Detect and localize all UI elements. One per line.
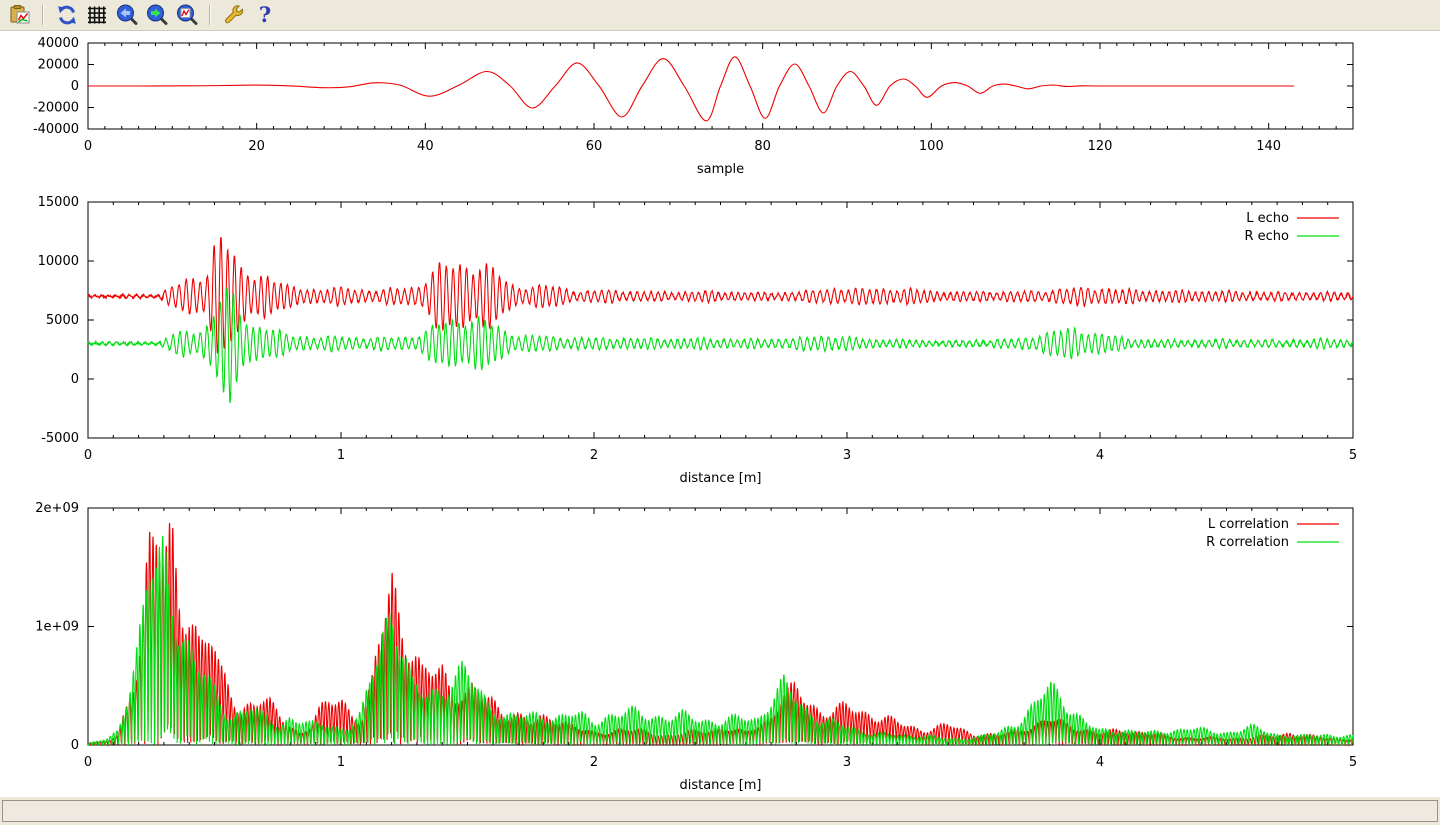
x-tick-label: 60 [586, 139, 603, 154]
x-axis-title: distance [m] [679, 778, 761, 793]
toolbar-separator [209, 5, 211, 25]
y-tick-label: 40000 [38, 36, 79, 51]
plot-canvas[interactable]: 020406080100120140-40000-200000200004000… [0, 0, 1440, 797]
x-tick-label: 0 [84, 139, 92, 154]
x-tick-label: 2 [590, 448, 598, 463]
legend-label: L correlation [1208, 517, 1289, 532]
y-tick-label: 2e+09 [35, 501, 79, 516]
series-r-echo [88, 288, 1353, 403]
x-tick-label: 1 [337, 448, 345, 463]
y-tick-label: 0 [71, 79, 79, 94]
x-tick-label: 140 [1256, 139, 1281, 154]
refresh-icon [55, 3, 79, 27]
x-tick-label: 40 [417, 139, 434, 154]
toggle-grid-button[interactable] [83, 2, 110, 28]
toolbar: ? [0, 0, 1440, 31]
magnifier-left-arrow-icon [115, 3, 139, 27]
y-tick-label: 20000 [38, 58, 79, 73]
x-tick-label: 80 [754, 139, 771, 154]
chart-2: 0 1 2 3 4 5 -5000 0 5000 10000 15000 distance [m] L … [38, 195, 1358, 486]
y-tick-label: 5000 [46, 313, 79, 328]
autoscale-button[interactable] [173, 2, 200, 28]
zoom-next-button[interactable] [143, 2, 170, 28]
zoom-previous-button[interactable] [113, 2, 140, 28]
help-button[interactable]: ? [250, 2, 277, 28]
copy-to-clipboard-button[interactable] [6, 2, 33, 28]
magnifier-plot-icon [175, 3, 199, 27]
chart-1: 0 20 40 60 80 100 120 140 -40000 -20000 0 20000 4000… [33, 36, 1353, 177]
series-l-correlation [88, 523, 1353, 745]
status-bar [0, 797, 1440, 825]
configure-button[interactable] [220, 2, 247, 28]
gnuplot-window: { "window": {"chrome_color": "#ece9da", … [0, 0, 1440, 825]
svg-text:?: ? [258, 3, 270, 27]
magnifier-right-arrow-icon [145, 3, 169, 27]
clipboard-plot-icon [8, 3, 32, 27]
x-tick-label: 2 [590, 755, 598, 770]
x-axis-title: distance [m] [679, 471, 761, 486]
question-mark-icon: ? [252, 3, 276, 27]
x-axis-title: sample [697, 162, 744, 177]
legend-label: R echo [1244, 229, 1289, 244]
series-r-correlation [88, 536, 1353, 745]
y-tick-label: -40000 [33, 122, 79, 137]
y-tick-label: -20000 [33, 101, 79, 116]
wrench-icon [222, 3, 246, 27]
x-tick-label: 5 [1349, 755, 1357, 770]
x-tick-label: 120 [1088, 139, 1113, 154]
x-tick-label: 5 [1349, 448, 1357, 463]
x-tick-label: 20 [248, 139, 265, 154]
x-tick-label: 0 [84, 755, 92, 770]
y-tick-label: -5000 [41, 431, 79, 446]
series-l-echo [88, 237, 1353, 353]
replot-button[interactable] [53, 2, 80, 28]
legend-label: R correlation [1206, 535, 1289, 550]
x-tick-label: 4 [1096, 448, 1104, 463]
series-chirp-signal [88, 57, 1294, 121]
x-tick-label: 3 [843, 755, 851, 770]
x-tick-label: 3 [843, 448, 851, 463]
x-tick-label: 0 [84, 448, 92, 463]
legend-label: L echo [1246, 211, 1289, 226]
toolbar-separator [42, 5, 44, 25]
y-tick-label: 10000 [38, 254, 79, 269]
y-tick-label: 0 [71, 372, 79, 387]
chart-3: 0 1 2 3 4 5 0 1e+09 2e+09 distance [m] L correlati… [35, 501, 1357, 793]
grid-icon [85, 3, 109, 27]
x-tick-label: 1 [337, 755, 345, 770]
y-tick-label: 1e+09 [35, 620, 79, 635]
x-tick-label: 4 [1096, 755, 1104, 770]
status-text [2, 800, 1438, 822]
y-tick-label: 0 [71, 738, 79, 753]
y-tick-label: 15000 [38, 195, 79, 210]
x-tick-label: 100 [919, 139, 944, 154]
